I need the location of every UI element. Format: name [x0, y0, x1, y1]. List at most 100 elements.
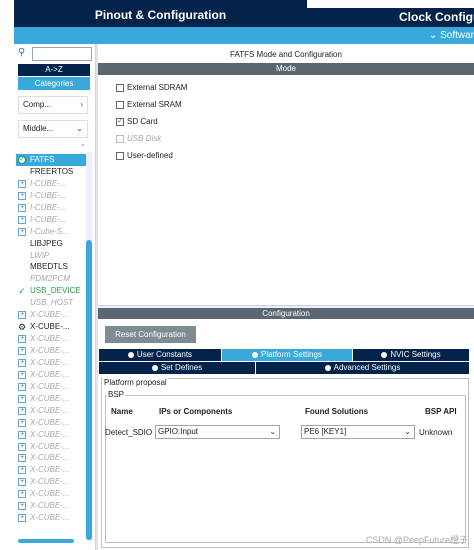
sidebar-tree-item-label: PDM2PCM: [30, 274, 71, 284]
sidebar-tree-item-label: USB_DEVICE: [30, 286, 81, 296]
categories-sidebar: ⚲ A->Z Categories Comp... › Middle... ⌄ …: [14, 44, 96, 550]
sidebar-tree-item[interactable]: + X-CUBE-...: [16, 357, 86, 369]
column-header-found: Found Solutions: [305, 407, 369, 416]
sidebar-tree-item-label: FREERTOS: [30, 166, 74, 176]
checkbox-icon[interactable]: [116, 152, 124, 160]
mode-option[interactable]: User-defined: [116, 149, 187, 166]
sidebar-tree-item[interactable]: + X-CUBE-...: [16, 333, 86, 345]
sidebar-tree-item[interactable]: + X-CUBE-...: [16, 393, 86, 405]
sidebar-tree-item-label: X-CUBE-...: [30, 513, 70, 523]
sidebar-tree-item[interactable]: + X-CUBE-...: [16, 345, 86, 357]
sidebar-vertical-scrollbar[interactable]: [86, 152, 92, 542]
sidebar-tree-item[interactable]: ✓ USB_DEVICE: [16, 285, 86, 297]
software-packs-menu[interactable]: ⌄ Softwar: [429, 28, 474, 43]
sidebar-tree-item[interactable]: + I-CUBE-...: [16, 190, 86, 202]
mode-option[interactable]: External SDRAM: [116, 81, 187, 98]
column-header-ips: IPs or Components: [159, 407, 233, 416]
sidebar-tree-item[interactable]: + I-CUBE-...: [16, 178, 86, 190]
sidebar-tree-item[interactable]: LWIP: [16, 250, 86, 262]
mode-option-label: External SRAM: [127, 100, 182, 109]
category-middleware[interactable]: Middle... ⌄: [18, 120, 88, 138]
plus-icon: +: [18, 466, 26, 475]
checkbox-icon[interactable]: [116, 84, 124, 92]
sidebar-tree-item[interactable]: + X-CUBE-...: [16, 500, 86, 512]
mode-option[interactable]: ✓ SD Card: [116, 115, 187, 132]
sidebar-tree-item-label: X-CUBE-...: [30, 310, 70, 320]
tab-advanced-settings[interactable]: Advanced Settings: [256, 362, 469, 374]
sort-az-button[interactable]: A->Z: [18, 64, 90, 76]
sidebar-tree-item-label: I-CUBE-...: [30, 178, 67, 188]
chevron-down-icon: ⌄: [404, 427, 411, 436]
sidebar-tree-item[interactable]: FREERTOS: [16, 166, 86, 178]
collapse-marker: ⌃: [80, 144, 86, 151]
mode-config-title: FATFS Mode and Configuration: [230, 50, 342, 59]
tab-clock-configuration[interactable]: Clock Configu: [307, 8, 474, 27]
category-computing[interactable]: Comp... ›: [18, 96, 88, 114]
sidebar-tree-item-label: X-CUBE-...: [30, 489, 70, 499]
sidebar-horizontal-scrollbar[interactable]: [18, 539, 74, 543]
plus-icon: +: [18, 406, 26, 415]
row-name: Detect_SDIO: [105, 428, 153, 437]
sidebar-tree-item[interactable]: + X-CUBE-...: [16, 476, 86, 488]
tab-user-constants[interactable]: User Constants: [99, 349, 221, 361]
plus-icon: +: [18, 490, 26, 499]
mode-option-label: External SDRAM: [127, 83, 188, 92]
reset-configuration-button[interactable]: Reset Configuration: [105, 326, 196, 343]
sidebar-tree-item-label: X-CUBE-...: [30, 453, 70, 463]
sidebar-tree-item[interactable]: + X-CUBE-...: [16, 417, 86, 429]
tab-pinout-configuration[interactable]: Pinout & Configuration: [14, 0, 307, 27]
sidebar-tree-item[interactable]: + X-CUBE-...: [16, 488, 86, 500]
categories-button[interactable]: Categories: [18, 77, 90, 90]
sidebar-tree-item-label: X-CUBE-...: [30, 501, 70, 511]
gear-icon: ⚙: [18, 322, 27, 333]
mode-option[interactable]: External SRAM: [116, 98, 187, 115]
sidebar-tree-item[interactable]: + X-CUBE-...: [16, 512, 86, 524]
plus-icon: +: [18, 502, 26, 511]
sidebar-tree-item[interactable]: ⚙ X-CUBE-...: [16, 321, 86, 333]
sidebar-tree-item-label: X-CUBE-...: [30, 393, 70, 403]
sidebar-tree-item[interactable]: + X-CUBE-...: [16, 441, 86, 453]
sidebar-tree-item[interactable]: + X-CUBE-...: [16, 452, 86, 464]
mode-options-list: External SDRAM External SRAM ✓ SD Card USB D…: [116, 81, 187, 166]
sidebar-tree-item[interactable]: USB_HOST: [16, 297, 86, 309]
sidebar-tree-item[interactable]: + I-CUBE-...: [16, 214, 86, 226]
sidebar-tree-item[interactable]: LIBJPEG: [16, 238, 86, 250]
found-solutions-select[interactable]: PE6 [KEY1] ⌄: [301, 425, 415, 439]
checkbox-checked-icon[interactable]: ✓: [116, 118, 124, 126]
sidebar-tree-item[interactable]: + X-CUBE-...: [16, 464, 86, 476]
row-bsp-api: Unknown: [419, 428, 453, 437]
plus-icon: +: [18, 335, 26, 344]
column-header-bsp-api: BSP API: [425, 407, 457, 416]
tab-set-defines[interactable]: Set Defines: [99, 362, 255, 374]
sidebar-tree-item[interactable]: + X-CUBE-...: [16, 405, 86, 417]
search-input[interactable]: [32, 47, 92, 61]
sidebar-tree-item-label: X-CUBE-...: [30, 369, 70, 379]
checkbox-icon[interactable]: [116, 101, 124, 109]
sidebar-tree-item[interactable]: + I-Cube-S...: [16, 226, 86, 238]
sidebar-tree-item[interactable]: ✓ FATFS: [16, 154, 86, 166]
sidebar-scroll-thumb[interactable]: [86, 240, 92, 540]
configuration-section-bar: Configuration: [98, 308, 474, 319]
chevron-down-icon: ⌄: [428, 30, 441, 41]
tab-user-constants-label: User Constants: [136, 350, 193, 359]
chevron-right-icon: ›: [80, 100, 83, 109]
sidebar-tree-item-label: I-CUBE-...: [30, 214, 67, 224]
search-icon[interactable]: ⚲: [18, 47, 30, 59]
status-dot-icon: [127, 352, 134, 358]
tab-platform-settings[interactable]: Platform Settings: [222, 349, 352, 361]
sidebar-tree-item-label: X-CUBE-...: [30, 465, 70, 475]
category-computing-label: Comp...: [23, 100, 52, 109]
tab-nvic-settings[interactable]: NVIC Settings: [353, 349, 469, 361]
sidebar-tree-item-label: LIBJPEG: [30, 238, 63, 248]
status-dot-icon: [151, 365, 158, 371]
sidebar-tree-item[interactable]: + X-CUBE-...: [16, 381, 86, 393]
ips-components-select[interactable]: GPIO:Input ⌄: [155, 425, 280, 439]
sidebar-tree-item[interactable]: MBEDTLS: [16, 261, 86, 273]
sidebar-tree-item[interactable]: + X-CUBE-...: [16, 369, 86, 381]
sidebar-tree-item[interactable]: + I-CUBE-...: [16, 202, 86, 214]
sidebar-tree-item[interactable]: + X-CUBE-...: [16, 309, 86, 321]
sidebar-tree-item[interactable]: PDM2PCM: [16, 273, 86, 285]
plus-icon: +: [18, 478, 26, 487]
panel-splitter[interactable]: [96, 44, 98, 550]
sidebar-tree-item[interactable]: + X-CUBE-...: [16, 429, 86, 441]
